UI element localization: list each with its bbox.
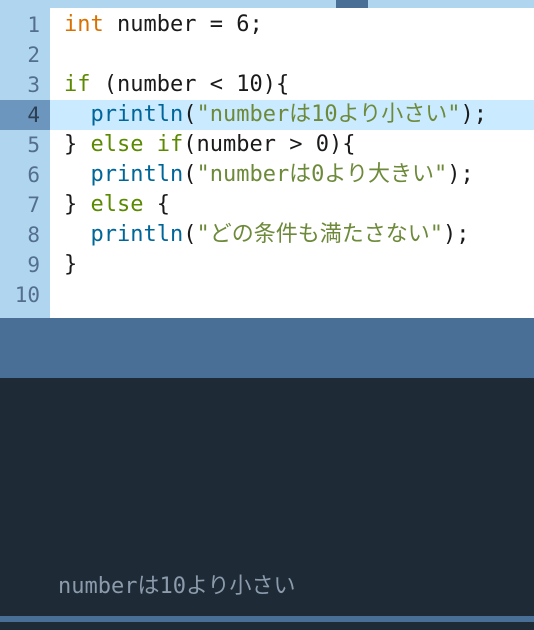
code-token: ( (91, 72, 118, 97)
code-line[interactable] (64, 40, 534, 70)
code-token: { (143, 192, 170, 217)
code-line[interactable]: println("どの条件も満たさない"); (64, 220, 534, 250)
code-token: } (64, 132, 91, 157)
console-output: numberは10より小さい (58, 568, 296, 600)
code-token: "numberは0より大きい" (196, 162, 447, 187)
code-token (104, 12, 117, 37)
code-token: number (196, 132, 275, 157)
line-number: 10 (0, 280, 40, 310)
code-token: 0 (316, 132, 329, 157)
code-line[interactable] (64, 280, 534, 310)
code-token: number (117, 12, 196, 37)
code-token: ); (447, 162, 474, 187)
code-token: else if (91, 132, 184, 157)
line-number: 8 (0, 220, 40, 250)
code-token: ( (183, 132, 196, 157)
line-number: 2 (0, 40, 40, 70)
code-line[interactable]: int number = 6; (64, 10, 534, 40)
line-number: 4 (0, 100, 50, 130)
line-number: 6 (0, 160, 40, 190)
code-token: } (64, 192, 91, 217)
line-number: 3 (0, 70, 40, 100)
code-line[interactable]: if (number < 10){ (64, 70, 534, 100)
code-token: println (91, 162, 184, 187)
line-number-gutter: 12345678910 (0, 0, 50, 318)
code-token (64, 102, 91, 127)
code-line[interactable]: println("numberは10より小さい"); (50, 100, 534, 130)
code-token: = (196, 12, 236, 37)
console-bottom-rule (0, 616, 534, 622)
code-token: 10 (236, 72, 263, 97)
line-number: 7 (0, 190, 40, 220)
code-token: "どの条件も満たさない" (196, 222, 443, 247)
code-token: else (91, 192, 144, 217)
code-editor[interactable]: 12345678910 int number = 6;if (number < … (0, 0, 534, 318)
code-line[interactable]: println("numberは0より大きい"); (64, 160, 534, 190)
code-token: ){ (263, 72, 290, 97)
code-token: ( (183, 102, 196, 127)
code-token: println (91, 102, 184, 127)
code-token: ( (183, 162, 196, 187)
code-token: int (64, 12, 104, 37)
code-token: < (196, 72, 236, 97)
code-token (64, 222, 91, 247)
code-token: > (276, 132, 316, 157)
code-line[interactable]: } else if(number > 0){ (64, 130, 534, 160)
code-token: ( (183, 222, 196, 247)
code-line[interactable]: } (64, 250, 534, 280)
code-token: ; (249, 12, 262, 37)
code-token: number (117, 72, 196, 97)
line-number: 1 (0, 10, 40, 40)
console-panel: numberは10より小さい (0, 378, 534, 630)
code-token: ); (460, 102, 487, 127)
code-area[interactable]: int number = 6;if (number < 10){ println… (50, 0, 534, 318)
code-token: 6 (236, 12, 249, 37)
panel-divider (0, 318, 534, 378)
line-number: 9 (0, 250, 40, 280)
code-token: if (64, 72, 91, 97)
code-token: ); (443, 222, 470, 247)
code-token: "numberは10より小さい" (196, 102, 460, 127)
code-token: } (64, 252, 77, 277)
code-token (64, 162, 91, 187)
line-number: 5 (0, 130, 40, 160)
code-line[interactable]: } else { (64, 190, 534, 220)
code-token: ){ (329, 132, 356, 157)
code-token: println (91, 222, 184, 247)
